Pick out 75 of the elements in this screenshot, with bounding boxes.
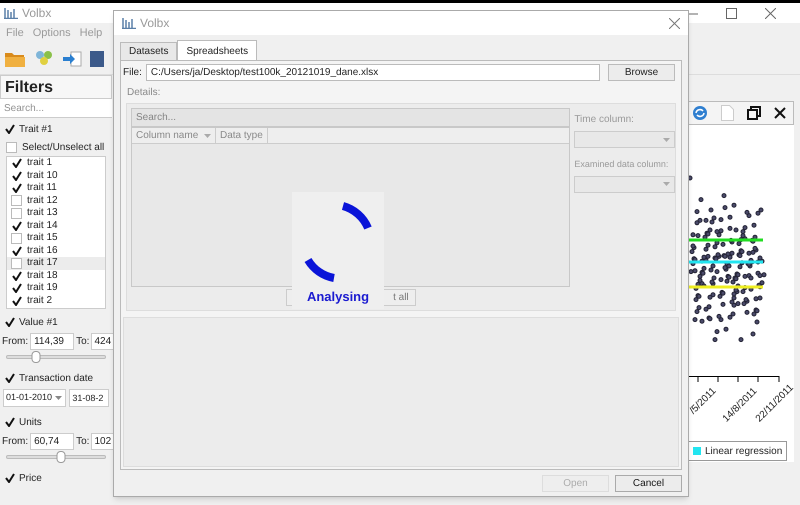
sort-icon [204,134,211,138]
tab[interactable]: Spreadsheets [177,40,258,61]
checkbox[interactable] [11,182,22,194]
date-field[interactable]: 01-01-2010 [3,389,66,407]
checkbox[interactable] [6,142,17,152]
checkbox[interactable] [11,245,22,256]
details-label: Details: [126,86,162,100]
list-item[interactable]: trait 15 [7,232,105,244]
checkbox[interactable] [11,195,22,206]
list-item[interactable]: trait 18 [7,270,105,282]
list-item[interactable]: trait 10 [7,170,105,182]
checkbox[interactable] [11,170,22,182]
legend-label: Linear regression [705,444,782,458]
filter-label: Price [19,472,42,486]
checkbox[interactable] [11,282,22,294]
dialog-title: Volbx [140,15,170,32]
list-item[interactable]: trait 11 [7,182,105,194]
list-item[interactable]: trait 13 [7,207,105,220]
search-field[interactable]: Search... [0,99,112,118]
checkbox[interactable] [11,232,22,244]
filter-label: Units [19,416,42,430]
browse-button[interactable]: Browse [608,64,675,81]
window-title: Volbx [22,5,52,22]
list-item[interactable]: trait 19 [7,282,105,294]
from-label: From: [2,435,28,449]
dialog-button[interactable]: Cancel [615,474,682,492]
checkbox[interactable] [4,124,15,134]
app-logo-icon [4,7,18,19]
refresh-icon[interactable] [692,105,708,121]
slider-thumb[interactable] [32,351,41,363]
to-field[interactable]: 424 [91,333,116,350]
filter-label: Transaction date [19,372,94,386]
checkbox[interactable] [11,220,22,232]
filters-heading: Filters [0,75,112,99]
time-column-label: Time column: [574,113,635,127]
list-item[interactable]: trait 1 [7,157,105,170]
checkbox[interactable] [4,316,15,328]
from-label: From: [2,335,28,349]
checkbox[interactable] [4,472,15,484]
list-item[interactable]: trait 2 [7,294,105,307]
close-icon[interactable] [774,107,786,119]
caret-icon [55,396,62,400]
checkbox[interactable] [11,208,22,219]
caret-icon [663,182,670,186]
to-label: To: [76,435,90,449]
from-field[interactable]: 114,39 [30,333,74,350]
to-label: To: [76,335,90,349]
app-logo-icon [122,17,136,29]
checkbox[interactable] [11,295,22,306]
file-label: File: [123,66,142,80]
loading-text: Analysing [306,288,370,306]
examined-column-label: Examined data column: [574,158,670,171]
from-field[interactable]: 60,74 [30,433,74,450]
checkbox[interactable] [11,258,22,269]
filter-label: Trait #1 [19,122,53,136]
to-field[interactable]: 102 [91,433,116,450]
maximize-icon[interactable] [726,8,737,18]
checkbox[interactable] [11,158,22,169]
checkbox[interactable] [11,270,22,282]
checkbox[interactable] [4,416,15,428]
file-path-field[interactable]: C:/Users/ja/Desktop/test100k_20121019_dane.xlsx [146,64,600,81]
select-all-label: Select/Unselect all [22,140,104,154]
search-field[interactable]: Search... [131,108,570,127]
list-item[interactable]: trait 16 [7,244,105,257]
slider-thumb[interactable] [56,451,66,463]
restore-icon[interactable] [747,106,762,120]
date-field[interactable]: 31-08-2 [69,389,109,407]
list-item[interactable]: trait 12 [7,194,105,207]
list-item[interactable]: trait 14 [7,220,105,232]
export-icon[interactable] [62,48,82,68]
filter-label: Value #1 [19,316,58,330]
caret-icon [663,138,670,142]
checkbox[interactable] [4,372,15,384]
list-item[interactable]: trait 17 [7,257,105,270]
tab[interactable]: Datasets [120,42,178,60]
